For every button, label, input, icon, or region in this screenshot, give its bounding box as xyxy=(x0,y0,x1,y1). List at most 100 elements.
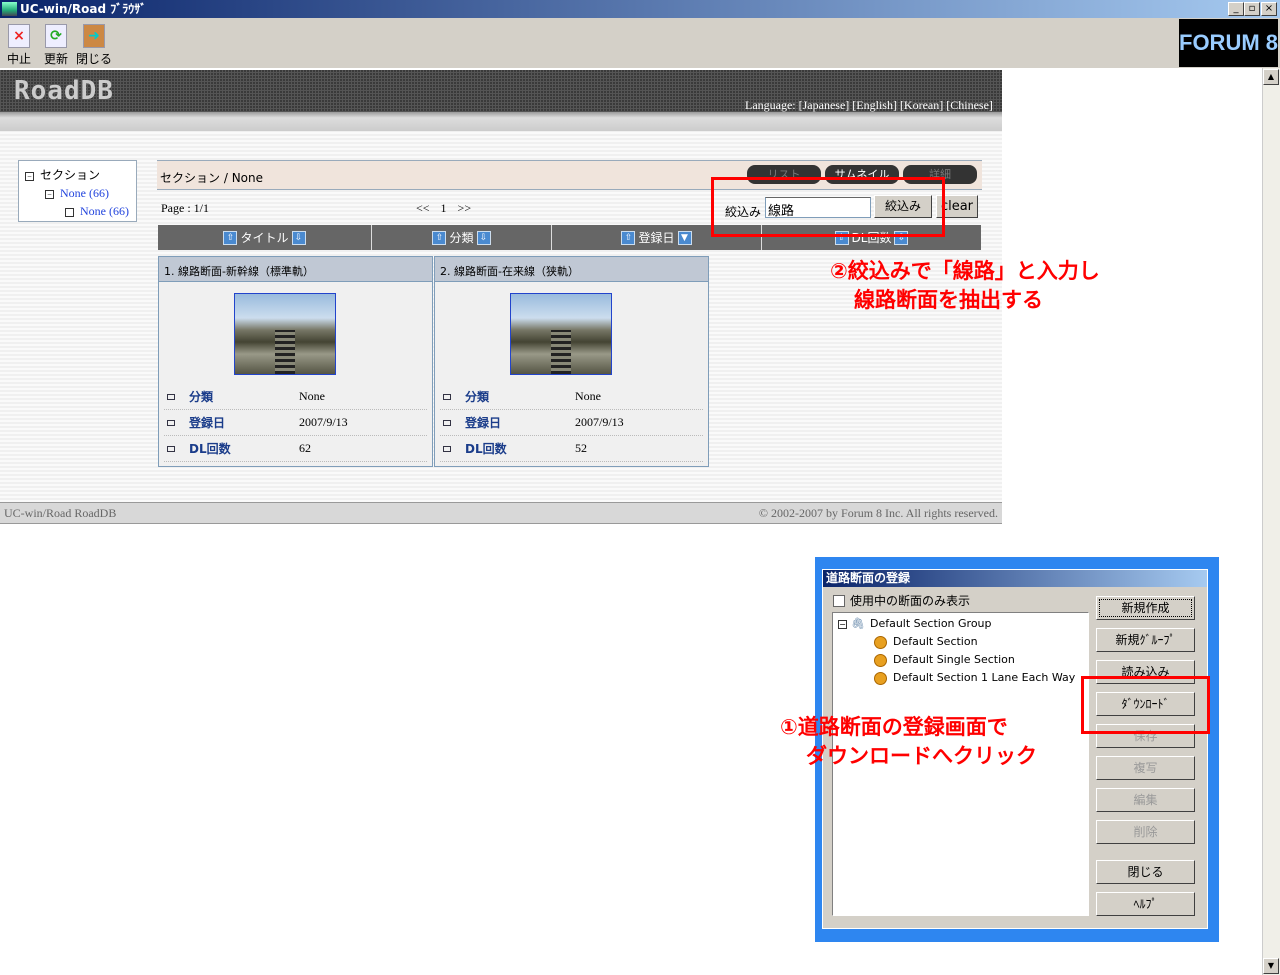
group-label: Default Section Group xyxy=(869,617,992,630)
in-use-only-label[interactable]: 使用中の断面のみ表示 xyxy=(850,592,970,609)
close-window-button[interactable]: × xyxy=(1261,2,1277,16)
header-strip xyxy=(0,112,1002,131)
pager-page[interactable]: 1 xyxy=(441,201,447,215)
note2-line2: 線路断面を抽出する xyxy=(854,288,1043,312)
sort-desc-icon[interactable]: ⇩ xyxy=(291,230,306,245)
section-label: Default Section xyxy=(893,635,978,648)
col-title[interactable]: ⇧ タイトル ⇩ xyxy=(158,225,372,250)
toolbar xyxy=(0,18,1280,68)
meta-key: 登録日 xyxy=(189,416,226,430)
collapse-icon[interactable]: − xyxy=(25,171,34,181)
refresh-button[interactable]: ⟳ 更新 xyxy=(38,24,74,67)
tree-grandchild[interactable]: None (66) xyxy=(65,204,129,219)
meta-key: 登録日 xyxy=(465,416,502,430)
annotation-highlight-filter xyxy=(711,177,945,237)
annotation-highlight-download xyxy=(1081,676,1210,734)
meta-row: DL回数 62 xyxy=(164,436,427,462)
breadcrumb-current: None xyxy=(231,171,263,185)
stop-label: 中止 xyxy=(6,52,31,66)
tree-grandchild-label: None (66) xyxy=(80,204,129,218)
sort-desc-icon[interactable]: ⇩ xyxy=(476,230,491,245)
bullet-icon xyxy=(167,445,175,452)
footer: UC-win/Road RoadDB © 2002-2007 by Forum 8… xyxy=(0,502,1002,524)
col-date-label: 登録日 xyxy=(638,231,675,245)
stop-icon: × xyxy=(8,24,30,48)
refresh-label: 更新 xyxy=(43,52,68,66)
item-thumbnail[interactable] xyxy=(510,293,612,375)
vertical-scrollbar[interactable] xyxy=(1262,68,1280,975)
stop-button[interactable]: × 中止 xyxy=(1,24,37,67)
item-thumbnail[interactable] xyxy=(234,293,336,375)
tree-root-label: セクション xyxy=(40,168,101,182)
col-title-label: タイトル xyxy=(240,231,289,245)
window-title: UC-win/Road ﾌﾞﾗｳｻﾞ xyxy=(20,2,147,16)
bullet-icon xyxy=(167,419,175,426)
scroll-down-icon[interactable]: ▼ xyxy=(1263,958,1279,974)
meta-row: 分類 None xyxy=(164,384,427,410)
section-icon xyxy=(874,671,887,685)
close-button[interactable]: ➜ 閉じる xyxy=(76,24,112,67)
meta-row: 分類 None xyxy=(440,384,703,410)
language-links[interactable]: Language: [Japanese] [English] [Korean] … xyxy=(745,98,993,113)
section-label: Default Single Section xyxy=(893,653,1015,666)
meta-value: None xyxy=(299,389,325,403)
door-exit-icon: ➜ xyxy=(83,24,105,48)
tree-group[interactable]: − 🖇 Default Section Group xyxy=(838,617,992,630)
section-icon xyxy=(874,653,887,667)
meta-value: None xyxy=(575,389,601,403)
dialog-close-button[interactable]: 閉じる xyxy=(1096,860,1195,884)
tree-section[interactable]: Default Single Section xyxy=(874,653,1015,667)
meta-value: 52 xyxy=(575,441,587,455)
new-group-button[interactable]: 新規ｸﾞﾙｰﾌﾟ xyxy=(1096,628,1195,652)
item-title[interactable]: 2. 線路断面-在来線（狭軌） xyxy=(435,257,708,282)
delete-button[interactable]: 削除 xyxy=(1096,820,1195,844)
item-card: 2. 線路断面-在来線（狭軌） 分類 None 登録日 2007/9/13 DL回数… xyxy=(434,256,709,467)
dialog-title: 道路断面の登録 xyxy=(823,570,1207,587)
col-category-label: 分類 xyxy=(449,231,474,245)
meta-value: 2007/9/13 xyxy=(575,415,624,429)
maximize-button[interactable]: ▫ xyxy=(1244,2,1260,16)
meta-key: 分類 xyxy=(189,390,214,404)
pager: << 1 >> xyxy=(416,201,471,216)
scroll-up-icon[interactable]: ▲ xyxy=(1263,69,1279,85)
section-tree: − セクション − None (66) None (66) xyxy=(18,160,137,222)
minimize-button[interactable]: _ xyxy=(1228,2,1244,16)
app-icon xyxy=(2,2,17,16)
bullet-icon xyxy=(167,393,175,400)
sort-asc-icon[interactable]: ⇧ xyxy=(432,230,447,245)
new-button[interactable]: 新規作成 xyxy=(1096,596,1195,620)
col-category[interactable]: ⇧ 分類 ⇩ xyxy=(372,225,552,250)
breadcrumb-root[interactable]: セクション xyxy=(160,171,220,185)
tree-child-label: None (66) xyxy=(60,186,109,200)
note1-line1: ①道路断面の登録画面で xyxy=(780,715,1008,739)
paperclip-icon: 🖇 xyxy=(851,617,865,630)
note1-line2: ダウンロードへクリック xyxy=(806,744,1037,768)
meta-key: DL回数 xyxy=(189,442,231,456)
help-button[interactable]: ﾍﾙﾌﾟ xyxy=(1096,892,1195,916)
edit-button[interactable]: 編集 xyxy=(1096,788,1195,812)
annotation-note-2: ②絞込みで「線路」と入力し 線路断面を抽出する xyxy=(830,257,1100,315)
tree-child[interactable]: − None (66) xyxy=(45,186,109,201)
sort-desc-icon[interactable]: ▼ xyxy=(677,230,692,245)
bullet-icon xyxy=(443,419,451,426)
page-info: Page : 1/1 xyxy=(161,201,209,215)
sort-asc-icon[interactable]: ⇧ xyxy=(223,230,238,245)
footer-copyright: © 2002-2007 by Forum 8 Inc. All rights r… xyxy=(758,506,998,520)
forum8-logo: FORUM 8 xyxy=(1179,19,1278,67)
sort-asc-icon[interactable]: ⇧ xyxy=(621,230,636,245)
meta-row: DL回数 52 xyxy=(440,436,703,462)
tree-section[interactable]: Default Section 1 Lane Each Way xyxy=(874,671,1075,685)
collapse-icon[interactable]: − xyxy=(45,189,54,199)
meta-value: 62 xyxy=(299,441,311,455)
pager-prev[interactable]: << xyxy=(416,201,430,215)
item-card: 1. 線路断面-新幹線（標準軌） 分類 None 登録日 2007/9/13 DL回… xyxy=(158,256,433,467)
close-label: 閉じる xyxy=(76,52,113,66)
tree-root[interactable]: − セクション xyxy=(25,166,100,183)
annotation-note-1: ①道路断面の登録画面でダウンロードへクリック xyxy=(780,713,1037,771)
in-use-only-checkbox[interactable] xyxy=(833,595,845,607)
tree-section[interactable]: Default Section xyxy=(874,635,978,649)
copy-button[interactable]: 複写 xyxy=(1096,756,1195,780)
pager-next[interactable]: >> xyxy=(458,201,472,215)
item-title[interactable]: 1. 線路断面-新幹線（標準軌） xyxy=(159,257,432,282)
collapse-icon[interactable]: − xyxy=(838,619,847,629)
